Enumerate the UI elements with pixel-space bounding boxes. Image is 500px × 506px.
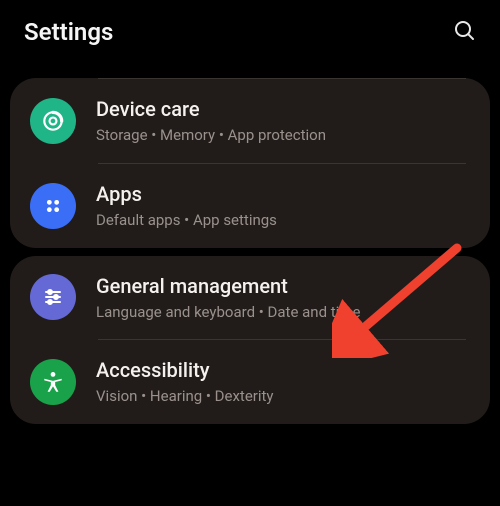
- row-title: Accessibility: [96, 358, 466, 383]
- row-body: Device care Storage • Memory • App prote…: [96, 97, 466, 145]
- page-title: Settings: [24, 18, 113, 46]
- device-care-icon: [30, 98, 76, 144]
- row-accessibility[interactable]: Accessibility Vision • Hearing • Dexteri…: [10, 340, 490, 424]
- settings-group-2: General management Language and keyboard…: [10, 256, 490, 425]
- settings-header: Settings: [0, 0, 500, 60]
- row-device-care[interactable]: Device care Storage • Memory • App prote…: [10, 79, 490, 163]
- accessibility-icon: [30, 359, 76, 405]
- apps-icon: [30, 183, 76, 229]
- row-general-management[interactable]: General management Language and keyboard…: [10, 256, 490, 340]
- row-apps[interactable]: Apps Default apps • App settings: [10, 164, 490, 248]
- row-body: Accessibility Vision • Hearing • Dexteri…: [96, 358, 466, 406]
- search-icon: [452, 18, 476, 42]
- row-title: Apps: [96, 182, 466, 207]
- row-subtitle: Default apps • App settings: [96, 211, 466, 230]
- row-body: Apps Default apps • App settings: [96, 182, 466, 230]
- row-title: General management: [96, 274, 466, 299]
- sliders-icon: [30, 274, 76, 320]
- row-body: General management Language and keyboard…: [96, 274, 466, 322]
- settings-group-1: Device care Storage • Memory • App prote…: [10, 78, 490, 248]
- search-button[interactable]: [452, 18, 476, 46]
- row-subtitle: Storage • Memory • App protection: [96, 126, 466, 145]
- row-subtitle: Vision • Hearing • Dexterity: [96, 387, 466, 406]
- row-title: Device care: [96, 97, 466, 122]
- row-subtitle: Language and keyboard • Date and time: [96, 303, 466, 322]
